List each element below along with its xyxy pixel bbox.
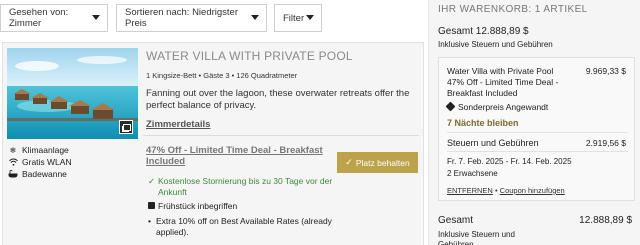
cart-total-value: 12.888,89 $ xyxy=(579,215,632,226)
check-icon: ✓ xyxy=(345,157,353,167)
taxes-value: 2.919,56 $ xyxy=(585,138,626,148)
cart-item: Water Villa with Private Pool 47% Off - … xyxy=(438,57,635,201)
taxes-label: Steuern und Gebühren xyxy=(447,138,539,148)
breakfast-perk: Frühstück inbegriffen xyxy=(148,201,237,212)
breakfast-text: Frühstück inbegriffen xyxy=(158,201,238,211)
amenity-label: Badewanne xyxy=(22,169,67,179)
add-coupon-link[interactable]: Coupon hinzufügen xyxy=(500,186,565,195)
check-icon: ✓ xyxy=(148,176,156,186)
filter-label: Filter xyxy=(283,12,305,24)
rate-title-line2: Included xyxy=(146,156,186,167)
stay-dates: Fr. 7. Feb. 2025 - Fr. 14. Feb. 2025 xyxy=(447,157,572,166)
wifi-icon xyxy=(8,158,18,167)
sort-by-label: Sortieren nach: Niedrigster Preis xyxy=(125,7,238,29)
chevron-down-icon xyxy=(92,15,100,20)
room-details-link[interactable]: Zimmerdetails xyxy=(146,119,210,130)
view-by-label: Gesehen von: Zimmer xyxy=(9,7,69,29)
amenity-item: Gratis WLAN xyxy=(8,156,72,168)
divider xyxy=(447,132,628,133)
air-conditioning-icon: ❄ xyxy=(9,145,17,155)
rate-title: 47% Off - Limited Time Deal - Breakfast … xyxy=(146,145,326,167)
extra-discount-note: Extra 10% off on Best Available Rates (a… xyxy=(148,216,338,238)
remove-link[interactable]: ENTFERNEN xyxy=(447,186,493,195)
rate-title-line1: 47% Off - Limited Time Deal - Breakfast xyxy=(146,145,323,156)
view-by-dropdown[interactable]: Gesehen von: Zimmer xyxy=(0,4,108,32)
cart-total-tax-note: Inklusive Steuern und Gebühren xyxy=(438,230,515,245)
cart-item-price: 9.969,33 $ xyxy=(585,66,626,76)
room-description: Fanning out over the lagoon, these overw… xyxy=(146,88,410,111)
amenity-item: ❄ Klimaanlage xyxy=(8,144,72,156)
cart-item-name: Water Villa with Private Pool 47% Off - … xyxy=(447,66,559,98)
amenity-list: ❄ Klimaanlage Gratis WLAN Badewanne xyxy=(8,144,72,180)
cart-item-actions: ENTFERNEN • Coupon hinzufügen xyxy=(447,186,565,195)
cart-sidebar: IHR WARENKORB: 1 ARTIKEL Gesamt 12.888,8… xyxy=(428,0,640,245)
nights-link[interactable]: 7 Nächte bleiben xyxy=(447,118,519,128)
cart-tax-note: Inklusive Steuern und Gebühren xyxy=(438,40,553,49)
special-rate-badge: Sonderpreis Angewandt xyxy=(445,101,549,112)
bathtub-icon xyxy=(8,170,18,179)
tag-icon xyxy=(445,101,456,112)
gallery-icon[interactable] xyxy=(119,120,133,134)
amenity-label: Klimaanlage xyxy=(22,145,69,155)
coffee-icon xyxy=(148,202,155,209)
special-rate-label: Sonderpreis Angewandt xyxy=(458,102,549,112)
amenity-item: Badewanne xyxy=(8,168,72,180)
cancellation-policy: ✓ Kostenlose Stornierung bis zu 30 Tage … xyxy=(148,176,348,198)
chevron-down-icon xyxy=(306,15,314,20)
keep-room-button[interactable]: ✓ Platz behalten xyxy=(337,152,418,173)
keep-room-label: Platz behalten xyxy=(355,157,410,168)
guest-count: 2 Erwachsene xyxy=(447,169,498,178)
cancellation-text: Kostenlose Stornierung bis zu 30 Tage vo… xyxy=(158,176,333,197)
cart-total-summary: Gesamt 12.888,89 $ xyxy=(438,26,529,37)
room-photo[interactable] xyxy=(7,48,138,139)
chevron-down-icon xyxy=(251,15,259,20)
room-meta: 1 Kingsize-Bett • Gäste 3 • 126 Quadratm… xyxy=(146,71,298,80)
room-title: WATER VILLA WITH PRIVATE POOL xyxy=(146,49,353,63)
filter-dropdown[interactable]: Filter xyxy=(274,4,322,32)
amenity-label: Gratis WLAN xyxy=(22,157,72,167)
cart-total-label: Gesamt xyxy=(438,215,474,226)
sort-by-dropdown[interactable]: Sortieren nach: Niedrigster Preis xyxy=(116,4,267,32)
divider xyxy=(143,135,419,136)
divider xyxy=(447,151,628,152)
cart-heading: IHR WARENKORB: 1 ARTIKEL xyxy=(438,4,588,15)
room-card: WATER VILLA WITH PRIVATE POOL 1 Kingsize… xyxy=(2,42,424,245)
